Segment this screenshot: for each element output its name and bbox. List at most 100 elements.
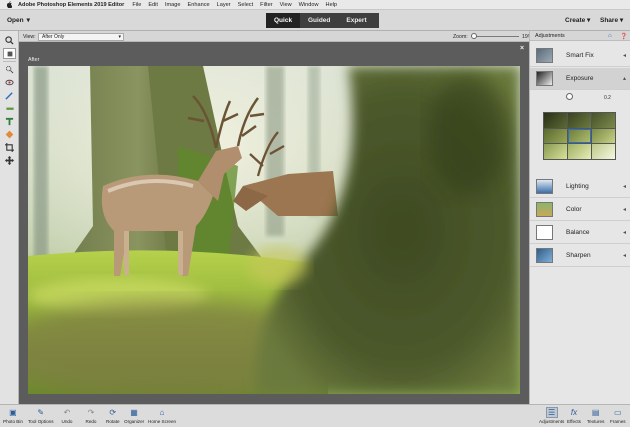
adjustment-label: Color: [566, 206, 582, 213]
menu-layer[interactable]: Layer: [217, 2, 231, 8]
menu-window[interactable]: Window: [299, 2, 319, 8]
quick-selection-icon[interactable]: [3, 64, 16, 75]
panel-header: Adjustments ⌂ ❓: [530, 31, 630, 41]
bottom-label: Rotate: [106, 419, 120, 424]
tool-options-button[interactable]: ✎ Tool Options: [28, 407, 54, 424]
adjustment-sharpen[interactable]: Sharpen ◂: [530, 245, 630, 267]
view-label: View:: [23, 33, 36, 40]
hand-icon[interactable]: [3, 48, 16, 59]
chevron-down-icon: ▴: [622, 75, 626, 82]
panel-title: Adjustments: [535, 33, 565, 39]
bottom-label: Textures: [587, 419, 605, 424]
toolbox: [0, 31, 19, 404]
exposure-slider-knob[interactable]: [566, 93, 573, 100]
deer-photo: [28, 66, 520, 394]
bottom-label: Organizer: [124, 419, 145, 424]
menu-edit[interactable]: Edit: [148, 2, 158, 8]
share-button[interactable]: Share ▾: [600, 16, 623, 24]
close-icon[interactable]: ×: [520, 45, 524, 52]
bottom-label: Redo: [85, 419, 97, 424]
chevron-right-icon: ◂: [622, 206, 626, 213]
help-icon[interactable]: ❓: [620, 33, 627, 40]
adjustments-panel-button[interactable]: ☰ Adjustments: [539, 407, 564, 424]
adjustment-label: Balance: [566, 229, 590, 236]
adjustment-lighting[interactable]: Lighting ◂: [530, 176, 630, 198]
adjustment-color[interactable]: Color ◂: [530, 199, 630, 221]
adjustment-label: Lighting: [566, 183, 589, 190]
adjustment-label: Sharpen: [566, 252, 591, 259]
whiten-teeth-icon[interactable]: [3, 90, 16, 101]
red-eye-icon[interactable]: [3, 77, 16, 88]
tab-quick[interactable]: Quick: [266, 13, 300, 28]
create-label: Create: [565, 17, 586, 24]
bottom-label: Tool Options: [28, 419, 54, 424]
exposure-preset-thumb[interactable]: [568, 113, 591, 128]
color-icon: [536, 202, 553, 217]
spot-healing-icon[interactable]: [3, 129, 16, 140]
menu-filter[interactable]: Filter: [260, 2, 272, 8]
bottom-label: Adjustments: [539, 419, 565, 424]
tool-divider: [3, 61, 16, 62]
home-screen-button[interactable]: ⌂ Home Screen: [148, 407, 176, 424]
adjustments-panel: Adjustments ⌂ ❓ Smart Fix ◂ Exposure ▴ L…: [529, 31, 630, 404]
bottom-label: Effects: [567, 419, 581, 424]
menu-help[interactable]: Help: [326, 2, 338, 8]
frames-icon: ▭: [614, 408, 622, 417]
chevron-down-icon: ▾: [118, 33, 121, 40]
exposure-preset-thumb[interactable]: [592, 113, 615, 128]
organizer-button[interactable]: ▦ Organizer: [124, 407, 144, 424]
exposure-preset-thumb[interactable]: [592, 128, 615, 144]
apple-icon[interactable]: [6, 1, 12, 8]
menu-view[interactable]: View: [280, 2, 292, 8]
exposure-preset-thumb[interactable]: [568, 144, 591, 159]
textures-panel-button[interactable]: ▤ Textures: [587, 407, 604, 424]
chevron-right-icon: ◂: [622, 229, 626, 236]
effects-panel-button[interactable]: fx Effects: [567, 407, 581, 424]
straighten-icon[interactable]: [3, 103, 16, 114]
exposure-preset-thumb[interactable]: [592, 144, 615, 159]
reset-icon[interactable]: ⌂: [608, 33, 612, 39]
tool-options-icon: ✎: [37, 408, 45, 417]
rotate-button[interactable]: ⟳ Rotate: [106, 407, 120, 424]
undo-icon: ↶: [63, 408, 71, 417]
create-button[interactable]: Create ▾: [565, 16, 590, 24]
organizer-icon: ▦: [130, 408, 138, 417]
view-select[interactable]: After Only ▾: [38, 32, 124, 41]
share-label: Share: [600, 17, 619, 24]
crop-icon[interactable]: [3, 142, 16, 153]
view-select-value: After Only: [42, 33, 65, 40]
bottom-label: Home Screen: [148, 419, 177, 424]
open-button[interactable]: Open ▾: [7, 16, 30, 25]
frames-panel-button[interactable]: ▭ Frames: [610, 407, 626, 424]
sharpen-icon: [536, 248, 553, 263]
photo-canvas[interactable]: [28, 66, 520, 394]
app-name[interactable]: Adobe Photoshop Elements 2019 Editor: [18, 2, 124, 8]
after-label: After: [28, 57, 40, 63]
zoom-slider-knob[interactable]: [471, 33, 477, 39]
zoom-slider-track[interactable]: [471, 36, 519, 37]
move-icon[interactable]: [3, 155, 16, 166]
chevron-down-icon: ▾: [587, 17, 591, 24]
exposure-value: 0.2: [604, 94, 611, 101]
exposure-preset-thumb[interactable]: [544, 128, 567, 144]
zoom-icon[interactable]: [3, 35, 16, 46]
adjustment-balance[interactable]: Balance ◂: [530, 222, 630, 244]
adjustment-exposure[interactable]: Exposure ▴: [530, 68, 630, 90]
exposure-preset-thumb[interactable]: [544, 113, 567, 128]
menu-enhance[interactable]: Enhance: [188, 2, 210, 8]
menu-file[interactable]: File: [132, 2, 141, 8]
tab-expert[interactable]: Expert: [334, 13, 379, 28]
menu-select[interactable]: Select: [238, 2, 254, 8]
tab-guided[interactable]: Guided: [300, 13, 334, 28]
textures-icon: ▤: [591, 408, 600, 417]
menu-image[interactable]: Image: [165, 2, 181, 8]
adjustment-label: Exposure: [566, 75, 594, 82]
photo-bin-button[interactable]: ▣ Photo Bin: [3, 407, 23, 424]
exposure-preset-thumb[interactable]: [568, 128, 591, 144]
redo-button[interactable]: ↷ Redo: [85, 407, 97, 424]
exposure-preset-thumb[interactable]: [544, 144, 567, 159]
type-icon[interactable]: [3, 116, 16, 127]
undo-button[interactable]: ↶ Undo: [61, 407, 73, 424]
view-options-bar: View: After Only ▾ Zoom: 19%: [19, 31, 532, 42]
adjustment-smart-fix[interactable]: Smart Fix ◂: [530, 45, 630, 67]
